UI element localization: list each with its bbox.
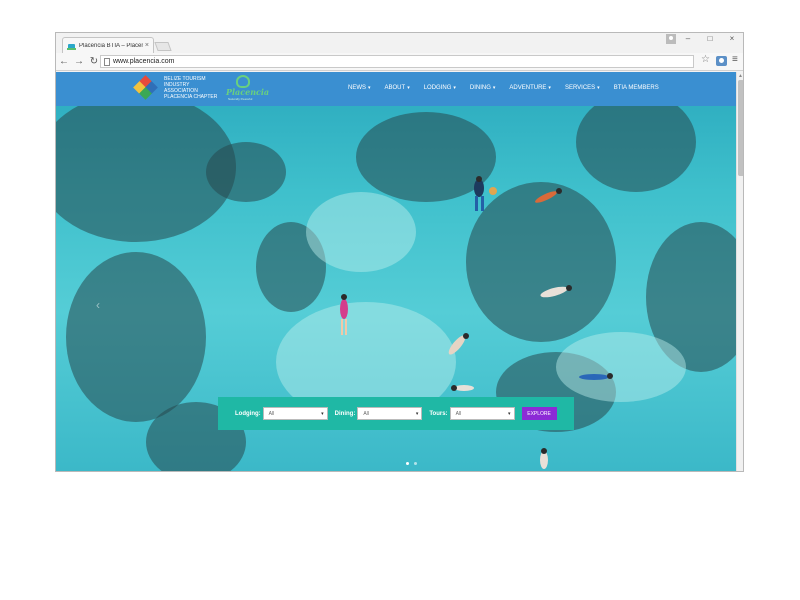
address-bar[interactable]: www.placencia.com: [100, 55, 694, 68]
new-tab-button[interactable]: [154, 42, 172, 51]
logo-text: BELIZE TOURISM INDUSTRY ASSOCIATION PLAC…: [164, 76, 217, 100]
swimmer-figure: [474, 176, 497, 211]
chevron-down-icon: ▾: [508, 411, 511, 417]
chevron-down-icon: ▾: [368, 85, 371, 91]
tab-strip: Placencia BTIA – Placencia × – □ ×: [56, 33, 743, 53]
nav-item-services[interactable]: SERVICES ▾: [565, 85, 600, 91]
nav-item-news[interactable]: NEWS ▾: [348, 85, 371, 91]
placencia-logo-tagline: Naturally Peaceful: [228, 97, 253, 101]
placencia-logo[interactable]: Placencia Naturally Peaceful: [226, 75, 269, 103]
chevron-down-icon: ▾: [597, 85, 600, 91]
camera-extension-icon[interactable]: [716, 56, 727, 66]
chevron-down-icon: ▾: [415, 411, 419, 417]
lodging-select[interactable]: All ▾: [262, 407, 328, 420]
tab-title: Placencia BTIA – Placencia: [79, 42, 143, 49]
nav-item-btia-members[interactable]: BTIA MEMBERS: [614, 85, 659, 91]
close-window-button[interactable]: ×: [726, 34, 738, 43]
nav-item-label: DINING: [469, 85, 491, 91]
page-scrollbar[interactable]: ▲: [736, 72, 743, 471]
nav-item-label: SERVICES: [564, 85, 596, 91]
chevron-down-icon: ▾: [407, 85, 410, 91]
favicon-icon: [67, 42, 76, 50]
chevron-down-icon: ▾: [548, 85, 551, 91]
lodging-select-value: All: [268, 410, 275, 417]
nav-item-label: ADVENTURE: [509, 85, 547, 91]
swimmer-figure: [448, 333, 469, 355]
back-icon[interactable]: ←: [57, 55, 71, 69]
browser-toolbar: ← → ↻ www.placencia.com ☆ ≡: [56, 53, 743, 71]
search-panel: Lodging: All ▾ Dining: All ▾ Tours: All …: [218, 397, 574, 430]
maximize-button[interactable]: □: [704, 34, 716, 43]
swimmer-figure: [579, 373, 613, 380]
nav-item-dining[interactable]: DINING ▾: [470, 85, 496, 91]
placencia-logo-script: Placencia: [226, 87, 270, 97]
swimmer-figure: [340, 294, 348, 335]
swimmer-figure: [540, 285, 572, 298]
bookmark-star-icon[interactable]: ☆: [701, 54, 710, 65]
page-viewport: ‹ BELIZE TOURISM INDUSTRY ASSOCIATION PL…: [56, 72, 743, 471]
slider-prev-arrow[interactable]: ‹: [96, 298, 100, 312]
slider-dot[interactable]: [406, 462, 409, 465]
swimmer-figure: [540, 448, 548, 469]
scroll-up-icon[interactable]: ▲: [738, 73, 743, 79]
main-nav: NEWS ▾ ABOUT ▾ LODGING ▾ DINING ▾ ADVENTURE ▾…: [348, 85, 673, 91]
page-icon: [104, 57, 110, 66]
dining-select-value: All: [363, 410, 369, 417]
reload-icon[interactable]: ↻: [87, 55, 101, 69]
menu-icon[interactable]: ≡: [732, 54, 738, 65]
btia-logo[interactable]: [133, 75, 158, 100]
explore-button[interactable]: EXPLORE: [521, 407, 557, 420]
nav-item-label: NEWS: [348, 85, 366, 91]
logo-line: PLACENCIA CHAPTER: [164, 94, 218, 100]
profile-icon[interactable]: [666, 34, 676, 44]
site-header: BELIZE TOURISM INDUSTRY ASSOCIATION PLAC…: [56, 72, 736, 106]
lodging-label: Lodging:: [235, 410, 261, 417]
nav-item-label: BTIA MEMBERS: [613, 85, 659, 91]
url-text: www.placencia.com: [113, 58, 175, 65]
tours-label: Tours:: [429, 410, 448, 417]
minimize-button[interactable]: –: [682, 34, 694, 43]
slider-dot[interactable]: [414, 462, 417, 465]
tours-select-value: All: [455, 410, 462, 417]
forward-icon[interactable]: →: [72, 55, 86, 69]
swimmer-figure: [535, 188, 562, 203]
browser-tab[interactable]: Placencia BTIA – Placencia ×: [62, 37, 154, 53]
browser-window: Placencia BTIA – Placencia × – □ × ← → ↻…: [55, 32, 744, 472]
tours-select[interactable]: All ▾: [449, 407, 515, 420]
nav-item-label: LODGING: [423, 85, 452, 91]
nav-item-label: ABOUT: [384, 85, 406, 91]
scroll-thumb[interactable]: [738, 80, 743, 176]
chevron-down-icon: ▾: [453, 85, 456, 91]
dining-select[interactable]: All ▾: [357, 407, 423, 420]
nav-item-lodging[interactable]: LODGING ▾: [424, 85, 456, 91]
chevron-down-icon: ▾: [321, 411, 324, 417]
nav-item-about[interactable]: ABOUT ▾: [385, 85, 410, 91]
tab-close-icon[interactable]: ×: [145, 42, 149, 49]
chevron-down-icon: ▾: [492, 85, 496, 91]
nav-item-adventure[interactable]: ADVENTURE ▾: [509, 85, 551, 91]
dining-label: Dining:: [334, 410, 356, 417]
swimmer-figure: [451, 385, 474, 391]
